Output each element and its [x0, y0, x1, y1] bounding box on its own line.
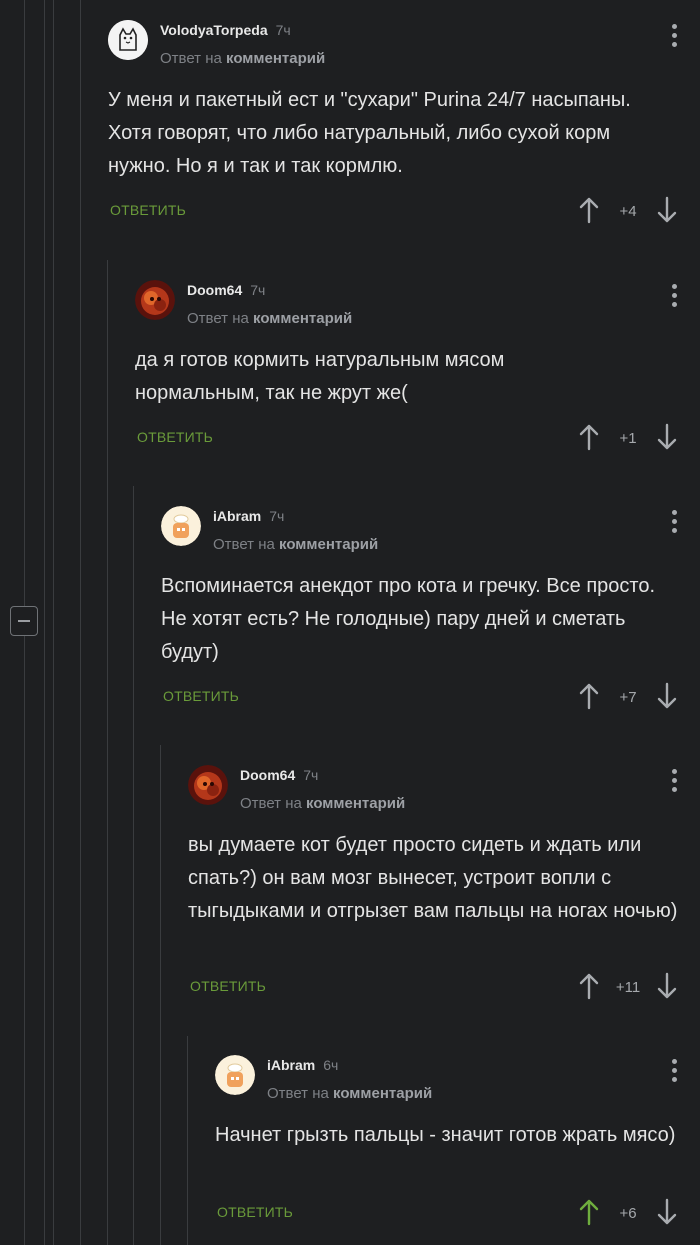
reply-to: Ответ на комментарий [267, 1085, 433, 1102]
thread-line [44, 0, 45, 1245]
score: +6 [619, 1205, 637, 1222]
reply-button[interactable]: ОТВЕТИТЬ [190, 978, 266, 994]
comment-text: Вспоминается анекдот про кота и гречку. … [161, 575, 656, 663]
comment: Doom64 7ч Ответ на комментарий да я готов… [135, 280, 700, 470]
chef-icon [215, 1055, 255, 1095]
upvote-icon[interactable] [578, 196, 600, 224]
reply-to: Ответ на комментарий [160, 50, 326, 67]
collapse-thread-button[interactable] [10, 606, 38, 636]
author-name[interactable]: Doom64 7ч [240, 767, 318, 783]
upvote-icon[interactable] [578, 682, 600, 710]
comment-text: да я готов кормить натуральным мясом нор… [135, 349, 505, 404]
vote-controls: +6 [578, 1198, 678, 1228]
downvote-icon[interactable] [656, 196, 678, 224]
reply-to-link[interactable]: комментарий [279, 536, 378, 553]
reply-to-link[interactable]: комментарий [306, 795, 405, 812]
comment-text: Начнет грызть пальцы - значит готов жрат… [215, 1124, 676, 1146]
thread-line [53, 0, 54, 1245]
avatar[interactable] [108, 20, 148, 60]
comment: iAbram 6ч Ответ на комментарий Начнет гры… [215, 1055, 700, 1240]
downvote-icon[interactable] [656, 682, 678, 710]
upvote-icon[interactable] [578, 423, 600, 451]
score: +11 [615, 979, 641, 996]
author-name[interactable]: Doom64 7ч [187, 282, 265, 298]
reply-to: Ответ на комментарий [240, 795, 406, 812]
comment-actions: ОТВЕТИТЬ +1 [135, 423, 700, 453]
more-icon[interactable] [672, 24, 678, 50]
reply-button[interactable]: ОТВЕТИТЬ [137, 429, 213, 445]
comment-time: 6ч [323, 1057, 339, 1073]
upvote-icon[interactable] [578, 972, 600, 1000]
comment-actions: ОТВЕТИТЬ +7 [161, 682, 700, 712]
avatar[interactable] [188, 765, 228, 805]
reply-to-link[interactable]: комментарий [226, 50, 325, 67]
reply-to-link[interactable]: комментарий [333, 1085, 432, 1102]
fire-demon-icon [135, 280, 175, 320]
reply-to: Ответ на комментарий [187, 310, 353, 327]
vote-controls: +1 [578, 423, 678, 453]
avatar[interactable] [215, 1055, 255, 1095]
downvote-icon[interactable] [656, 1198, 678, 1226]
thread-line [160, 745, 161, 1245]
comment-time: 7ч [250, 282, 266, 298]
score: +7 [619, 689, 637, 706]
vote-controls: +4 [578, 196, 678, 226]
downvote-icon[interactable] [656, 972, 678, 1000]
comment-actions: ОТВЕТИТЬ +4 [108, 196, 700, 226]
comment-time: 7ч [275, 22, 291, 38]
chef-icon [161, 506, 201, 546]
thread-line [133, 486, 134, 1245]
comment: Doom64 7ч Ответ на комментарий вы думаете… [188, 765, 700, 1015]
thread-line [80, 0, 81, 1245]
reply-button[interactable]: ОТВЕТИТЬ [110, 202, 186, 218]
cat-icon [108, 20, 148, 60]
more-icon[interactable] [672, 284, 678, 310]
comment-actions: ОТВЕТИТЬ +6 [215, 1198, 700, 1228]
comment-time: 7ч [269, 508, 285, 524]
author-name[interactable]: iAbram 7ч [213, 508, 284, 524]
score: +4 [619, 203, 637, 220]
reply-button[interactable]: ОТВЕТИТЬ [217, 1204, 293, 1220]
thread-line [107, 260, 108, 1245]
more-icon[interactable] [672, 769, 678, 795]
fire-demon-icon [188, 765, 228, 805]
score: +1 [619, 430, 637, 447]
comment: iAbram 7ч Ответ на комментарий Вспоминает… [161, 506, 700, 726]
reply-button[interactable]: ОТВЕТИТЬ [163, 688, 239, 704]
comment-text: вы думаете кот будет просто сидеть и жда… [188, 834, 678, 922]
reply-to: Ответ на комментарий [213, 536, 379, 553]
avatar[interactable] [161, 506, 201, 546]
avatar[interactable] [135, 280, 175, 320]
comment: VolodyaTorpeda 7ч Ответ на комментарий У … [108, 20, 700, 240]
downvote-icon[interactable] [656, 423, 678, 451]
thread-line [187, 1036, 188, 1245]
vote-controls: +11 [578, 972, 678, 1002]
upvote-icon[interactable] [578, 1198, 600, 1226]
comment-time: 7ч [303, 767, 319, 783]
more-icon[interactable] [672, 1059, 678, 1085]
comment-actions: ОТВЕТИТЬ +11 [188, 972, 700, 1002]
vote-controls: +7 [578, 682, 678, 712]
more-icon[interactable] [672, 510, 678, 536]
author-name[interactable]: iAbram 6ч [267, 1057, 338, 1073]
comment-text: У меня и пакетный ест и "сухари" Purina … [108, 89, 631, 177]
reply-to-link[interactable]: комментарий [253, 310, 352, 327]
author-name[interactable]: VolodyaTorpeda 7ч [160, 22, 291, 38]
